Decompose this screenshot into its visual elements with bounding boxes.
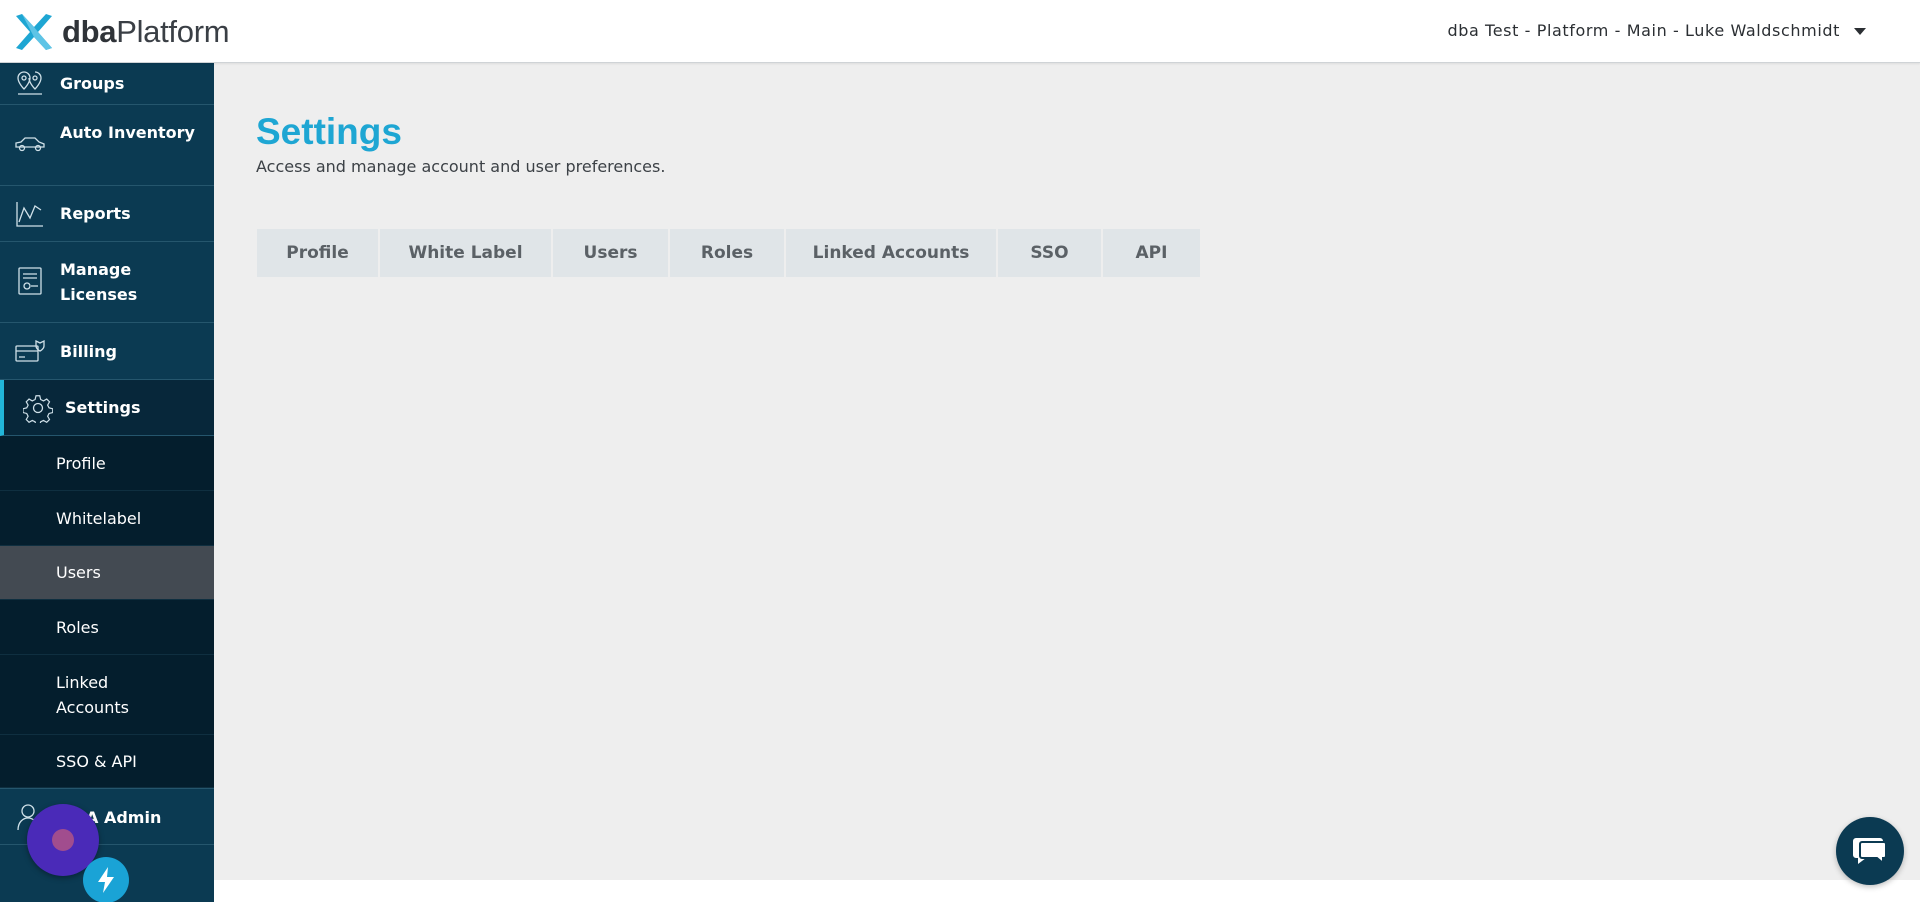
sidebar-subitem-users[interactable]: Users (0, 546, 214, 600)
sidebar-item-billing[interactable]: Billing (0, 323, 214, 380)
page-subtitle: Access and manage account and user prefe… (256, 157, 666, 176)
sidebar-item-label: A Admin (86, 808, 162, 827)
sidebar-item-settings[interactable]: Settings (0, 380, 214, 436)
chat-button[interactable] (1836, 817, 1904, 885)
tab-users[interactable]: Users (553, 229, 670, 277)
logo[interactable]: dbaPlatform (12, 10, 230, 54)
sidebar-subitem-label: SSO & API (56, 752, 137, 771)
assistant-dot-icon (52, 829, 74, 851)
sidebar-subitem-roles[interactable]: Roles (0, 600, 214, 655)
map-pin-icon (14, 67, 46, 99)
sidebar-item-label: Manage Licenses (60, 260, 138, 304)
tab-sso[interactable]: SSO (998, 229, 1103, 277)
car-icon (14, 128, 46, 160)
caret-down-icon[interactable] (1854, 28, 1866, 35)
tab-roles[interactable]: Roles (670, 229, 786, 277)
sidebar: Groups Auto Inventory Reports Manage Lic… (0, 63, 214, 902)
sidebar-item-manage-licenses[interactable]: Manage Licenses (0, 242, 214, 323)
chat-bubble-icon (1853, 838, 1887, 866)
tab-profile[interactable]: Profile (257, 229, 380, 277)
sidebar-subitem-label: Whitelabel (56, 509, 142, 528)
sidebar-item-label: Billing (60, 342, 117, 361)
sidebar-item-reports[interactable]: Reports (0, 186, 214, 242)
sidebar-subitem-label: Linked Accounts (56, 673, 129, 717)
page-title: Settings (256, 111, 402, 152)
tab-api[interactable]: API (1103, 229, 1200, 277)
sidebar-item-label: Auto Inventory (60, 123, 195, 142)
sidebar-subitem-linked-accounts[interactable]: Linked Accounts (0, 655, 214, 735)
logo-text: dbaPlatform (62, 14, 230, 49)
tab-linked-accounts[interactable]: Linked Accounts (786, 229, 998, 277)
account-switcher-label[interactable]: dba Test - Platform - Main - Luke Waldsc… (1447, 21, 1840, 40)
sidebar-subitem-label: Profile (56, 454, 106, 473)
top-bar: dbaPlatform dba Test - Platform - Main -… (0, 0, 1920, 63)
sidebar-subitem-label: Roles (56, 618, 99, 637)
sidebar-item-label: Groups (60, 74, 125, 93)
main-content: Settings Access and manage account and u… (214, 63, 1920, 880)
lightning-bolt-icon (98, 867, 114, 893)
sidebar-item-groups[interactable]: Groups (0, 63, 214, 105)
gear-icon (22, 392, 54, 424)
sidebar-subitem-whitelabel[interactable]: Whitelabel (0, 491, 214, 546)
credit-card-icon (14, 335, 46, 367)
settings-tabs: Profile White Label Users Roles Linked A… (257, 229, 1200, 277)
chart-line-icon (14, 198, 46, 230)
sidebar-item-auto-inventory[interactable]: Auto Inventory (0, 105, 214, 186)
footer-strip (214, 880, 1920, 902)
sidebar-subitem-label: Users (56, 563, 101, 582)
sidebar-item-label: Settings (65, 398, 141, 417)
license-icon (14, 265, 46, 297)
tab-white-label[interactable]: White Label (380, 229, 553, 277)
quick-action-button[interactable] (83, 857, 129, 902)
sidebar-item-label: Reports (60, 204, 131, 223)
sidebar-subitem-sso-api[interactable]: SSO & API (0, 735, 214, 788)
dba-logo-icon (16, 14, 52, 50)
sidebar-subitem-profile[interactable]: Profile (0, 436, 214, 491)
